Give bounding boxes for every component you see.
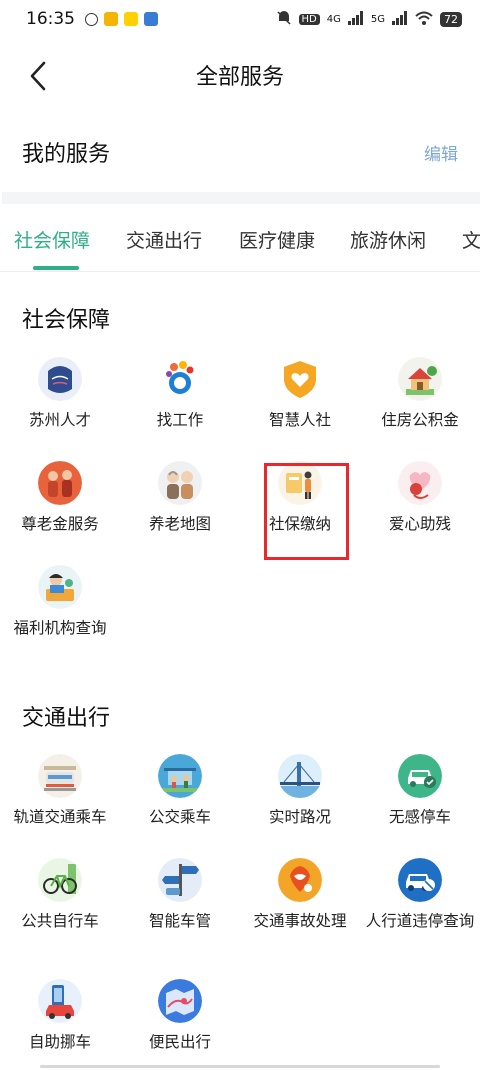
service-label: 尊老金服务 <box>21 515 99 533</box>
shield-heart-icon <box>278 357 322 401</box>
section-title-social-security: 社会保障 <box>22 308 111 333</box>
tab-transport[interactable]: 交通出行 <box>126 226 202 253</box>
service-label: 福利机构查询 <box>13 619 107 637</box>
status-left: 16:35 <box>26 9 158 29</box>
service-item-elderly-allowance[interactable]: 尊老金服务 <box>0 461 120 557</box>
signal2-icon <box>392 10 408 28</box>
metro-icon <box>38 754 82 798</box>
chevron-left-icon <box>30 61 46 91</box>
tab-culture[interactable]: 文 <box>462 226 480 253</box>
service-item-welfare-institutions[interactable]: 福利机构查询 <box>0 565 120 661</box>
move-car-icon <box>38 979 82 1023</box>
service-item-smart-hr[interactable]: 智慧人社 <box>240 357 360 453</box>
service-label: 智能车管 <box>148 912 211 930</box>
network2-label: 5G <box>370 13 385 25</box>
service-label: 找工作 <box>156 411 204 429</box>
network-label: 4G <box>326 13 341 25</box>
active-tab-indicator <box>33 266 79 270</box>
service-label: 自助挪车 <box>28 1033 91 1051</box>
status-right: HD 4G 5G 72 <box>276 10 462 29</box>
wifi-icon <box>415 11 433 28</box>
mute-icon <box>276 10 292 29</box>
no-parking-icon <box>398 858 442 902</box>
service-item-convenient-travel[interactable]: 便民出行 <box>120 979 240 1070</box>
service-label: 交通事故处理 <box>253 912 347 930</box>
my-services-header: 我的服务 编辑 <box>22 130 458 174</box>
signpost-icon <box>158 858 202 902</box>
meituan-icon <box>124 12 138 26</box>
page-title: 全部服务 <box>195 65 284 90</box>
status-bar: 16:35 HD 4G 5G 72 <box>0 0 480 38</box>
service-item-metro[interactable]: 轨道交通乘车 <box>0 754 120 850</box>
header: 全部服务 <box>0 45 480 105</box>
hd-icon: HD <box>298 13 320 25</box>
bus-icon <box>158 754 202 798</box>
service-item-traffic[interactable]: 实时路况 <box>240 754 360 850</box>
service-label: 公交乘车 <box>148 808 211 826</box>
service-label: 养老地图 <box>148 515 211 533</box>
app-icon <box>144 12 158 26</box>
service-label: 人行道违停查询 <box>365 912 475 930</box>
separator <box>2 192 480 204</box>
edit-button[interactable]: 编辑 <box>424 140 458 165</box>
service-label: 爱心助残 <box>388 515 451 533</box>
battery-icon: 72 <box>440 11 462 27</box>
service-item-job[interactable]: 找工作 <box>120 357 240 453</box>
category-tabs: 社会保障 交通出行 医疗健康 旅游休闲 文 <box>0 214 480 272</box>
home-indicator <box>40 1065 440 1068</box>
map-icon <box>158 979 202 1023</box>
service-item-sidewalk-parking[interactable]: 人行道违停查询 <box>360 858 480 954</box>
notification-icon <box>85 12 98 26</box>
job-icon <box>158 357 202 401</box>
bicycle-icon <box>38 858 82 902</box>
service-item-accident[interactable]: 交通事故处理 <box>240 858 360 954</box>
welfare-icon <box>38 565 82 609</box>
service-label: 公共自行车 <box>21 912 99 930</box>
care-icon <box>398 461 442 505</box>
service-item-move-car[interactable]: 自助挪车 <box>0 979 120 1070</box>
weibo-icon <box>104 12 118 26</box>
elderly-icon <box>38 461 82 505</box>
service-item-public-bike[interactable]: 公共自行车 <box>0 858 120 954</box>
status-time: 16:35 <box>26 9 75 29</box>
service-label: 住房公积金 <box>381 411 459 429</box>
signal-icon <box>347 10 364 28</box>
section-title-transport: 交通出行 <box>22 706 111 731</box>
house-icon <box>398 357 442 401</box>
service-label: 轨道交通乘车 <box>13 808 107 826</box>
service-item-talent[interactable]: 苏州人才 <box>0 357 120 453</box>
service-label: 便民出行 <box>148 1033 211 1051</box>
service-label: 无感停车 <box>388 808 451 826</box>
service-label: 实时路况 <box>268 808 331 826</box>
tab-social-security[interactable]: 社会保障 <box>14 226 90 253</box>
service-item-disability-aid[interactable]: 爱心助残 <box>360 461 480 557</box>
service-label: 苏州人才 <box>28 411 91 429</box>
service-item-smart-vehicle-admin[interactable]: 智能车管 <box>120 858 240 954</box>
service-item-housing-fund[interactable]: 住房公积金 <box>360 357 480 453</box>
service-item-contactless-parking[interactable]: 无感停车 <box>360 754 480 850</box>
service-label: 智慧人社 <box>268 411 331 429</box>
highlight-box <box>264 463 349 560</box>
service-item-bus[interactable]: 公交乘车 <box>120 754 240 850</box>
parking-icon <box>398 754 442 798</box>
service-item-elderly-map[interactable]: 养老地图 <box>120 461 240 557</box>
talent-icon <box>38 357 82 401</box>
my-services-title: 我的服务 <box>22 142 111 167</box>
tab-travel[interactable]: 旅游休闲 <box>350 226 426 253</box>
back-button[interactable] <box>22 59 56 93</box>
elderly-couple-icon <box>158 461 202 505</box>
accident-icon <box>278 858 322 902</box>
bridge-icon <box>278 754 322 798</box>
tab-medical[interactable]: 医疗健康 <box>239 226 315 253</box>
